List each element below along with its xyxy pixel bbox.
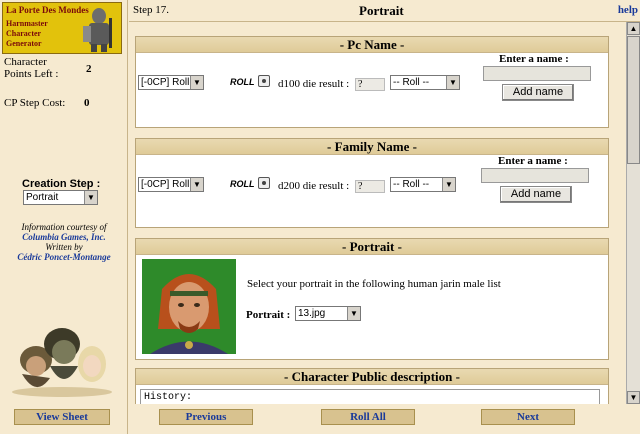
family-name-panel: - Family Name - [-0CP] Roll ▼ ROLL d200 … (135, 138, 609, 228)
pc-name-panel: - Pc Name - [-0CP] Roll ▼ ROLL d100 die … (135, 36, 609, 128)
description-title: - Character Public description - (136, 369, 608, 385)
add-family-name-button[interactable]: Add name (500, 186, 572, 203)
previous-button[interactable]: Previous (159, 409, 253, 425)
courtesy-label: Information courtesy of (21, 222, 107, 232)
company-link[interactable]: Columbia Games, Inc. (4, 232, 124, 242)
family-name-title: - Family Name - (136, 139, 608, 155)
chevron-down-icon: ▼ (190, 76, 203, 89)
roll-logo: ROLL (230, 179, 255, 189)
portrait-instruction: Select your portrait in the following hu… (247, 278, 501, 290)
description-panel: - Character Public description - History… (135, 368, 609, 404)
portrait-image (142, 259, 236, 354)
pc-name-cost-value: [-0CP] Roll (141, 77, 190, 88)
author-link[interactable]: Cédric Poncet-Montange (4, 252, 124, 262)
enter-name-label: Enter a name : (499, 53, 569, 65)
family-name-roll-select[interactable]: -- Roll -- ▼ (390, 177, 456, 192)
add-pc-name-button[interactable]: Add name (502, 84, 574, 101)
help-link[interactable]: help (618, 4, 638, 16)
family-name-cost-select[interactable]: [-0CP] Roll ▼ (138, 177, 204, 192)
creation-step-value: Portrait (26, 192, 59, 203)
next-button[interactable]: Next (481, 409, 575, 425)
logo-line-4: Generator (6, 39, 42, 48)
cp-step-cost-value: 0 (84, 97, 90, 109)
view-sheet-button[interactable]: View Sheet (14, 409, 110, 425)
die-result-label: d100 die result : (278, 78, 350, 90)
history-textarea[interactable]: History: (140, 389, 600, 404)
cp-left-label: Character Points Left : (4, 56, 59, 80)
family-name-input[interactable] (481, 168, 589, 183)
cp-step-cost-label: CP Step Cost: (4, 97, 66, 109)
portrait-select[interactable]: 13.jpg ▼ (295, 306, 361, 321)
family-name-cost-value: [-0CP] Roll (141, 179, 190, 190)
creation-step-label: Creation Step : (22, 178, 101, 190)
cp-left-value: 2 (86, 63, 92, 75)
top-bar: Step 17. Portrait help (129, 0, 640, 22)
step-indicator: Step 17. (133, 4, 170, 16)
die-icon[interactable] (258, 75, 270, 87)
page-title: Portrait (359, 3, 404, 18)
vertical-scrollbar[interactable]: ▲ ▼ (626, 22, 640, 404)
characters-illustration (12, 328, 112, 397)
die-result-field: ? (355, 180, 385, 193)
enter-name-label: Enter a name : (498, 155, 568, 167)
pc-name-title: - Pc Name - (136, 37, 608, 53)
credits: Information courtesy of Columbia Games, … (4, 222, 124, 262)
written-by-label: Written by (45, 242, 83, 252)
main-content: - Pc Name - [-0CP] Roll ▼ ROLL d100 die … (129, 22, 626, 404)
scroll-thumb[interactable] (627, 36, 640, 164)
logo-title: La Porte Des Mondes (6, 5, 89, 15)
die-icon[interactable] (258, 177, 270, 189)
portrait-select-value: 13.jpg (298, 308, 326, 319)
chevron-down-icon: ▼ (190, 178, 203, 191)
scroll-down-icon[interactable]: ▼ (627, 391, 640, 404)
roll-logo: ROLL (230, 77, 255, 87)
chevron-down-icon: ▼ (347, 307, 360, 320)
chevron-down-icon: ▼ (446, 76, 459, 89)
pc-name-roll-value: -- Roll -- (393, 77, 430, 88)
die-result-label: d200 die result : (278, 180, 350, 192)
scroll-up-icon[interactable]: ▲ (627, 22, 640, 35)
pc-name-input[interactable] (483, 66, 591, 81)
logo-line-3: Character (6, 29, 42, 38)
knight-icon (83, 8, 112, 52)
chevron-down-icon: ▼ (84, 191, 97, 204)
portrait-panel: - Portrait - Select your portrait in the… (135, 238, 609, 360)
chevron-down-icon: ▼ (442, 178, 455, 191)
family-name-roll-value: -- Roll -- (393, 179, 430, 190)
portrait-label: Portrait : (246, 309, 291, 321)
portrait-title: - Portrait - (136, 239, 608, 255)
pc-name-roll-select[interactable]: -- Roll -- ▼ (390, 75, 460, 90)
logo-line-2: Harnmaster (6, 19, 48, 28)
pc-name-cost-select[interactable]: [-0CP] Roll ▼ (138, 75, 204, 90)
roll-all-button[interactable]: Roll All (321, 409, 415, 425)
creation-step-select[interactable]: Portrait ▼ (23, 190, 98, 205)
sidebar: La Porte Des Mondes Harnmaster Character… (0, 0, 128, 434)
app-logo: La Porte Des Mondes Harnmaster Character… (2, 2, 122, 54)
die-result-field: ? (355, 78, 385, 91)
bottom-navigation: Previous Roll All Next (129, 404, 640, 434)
